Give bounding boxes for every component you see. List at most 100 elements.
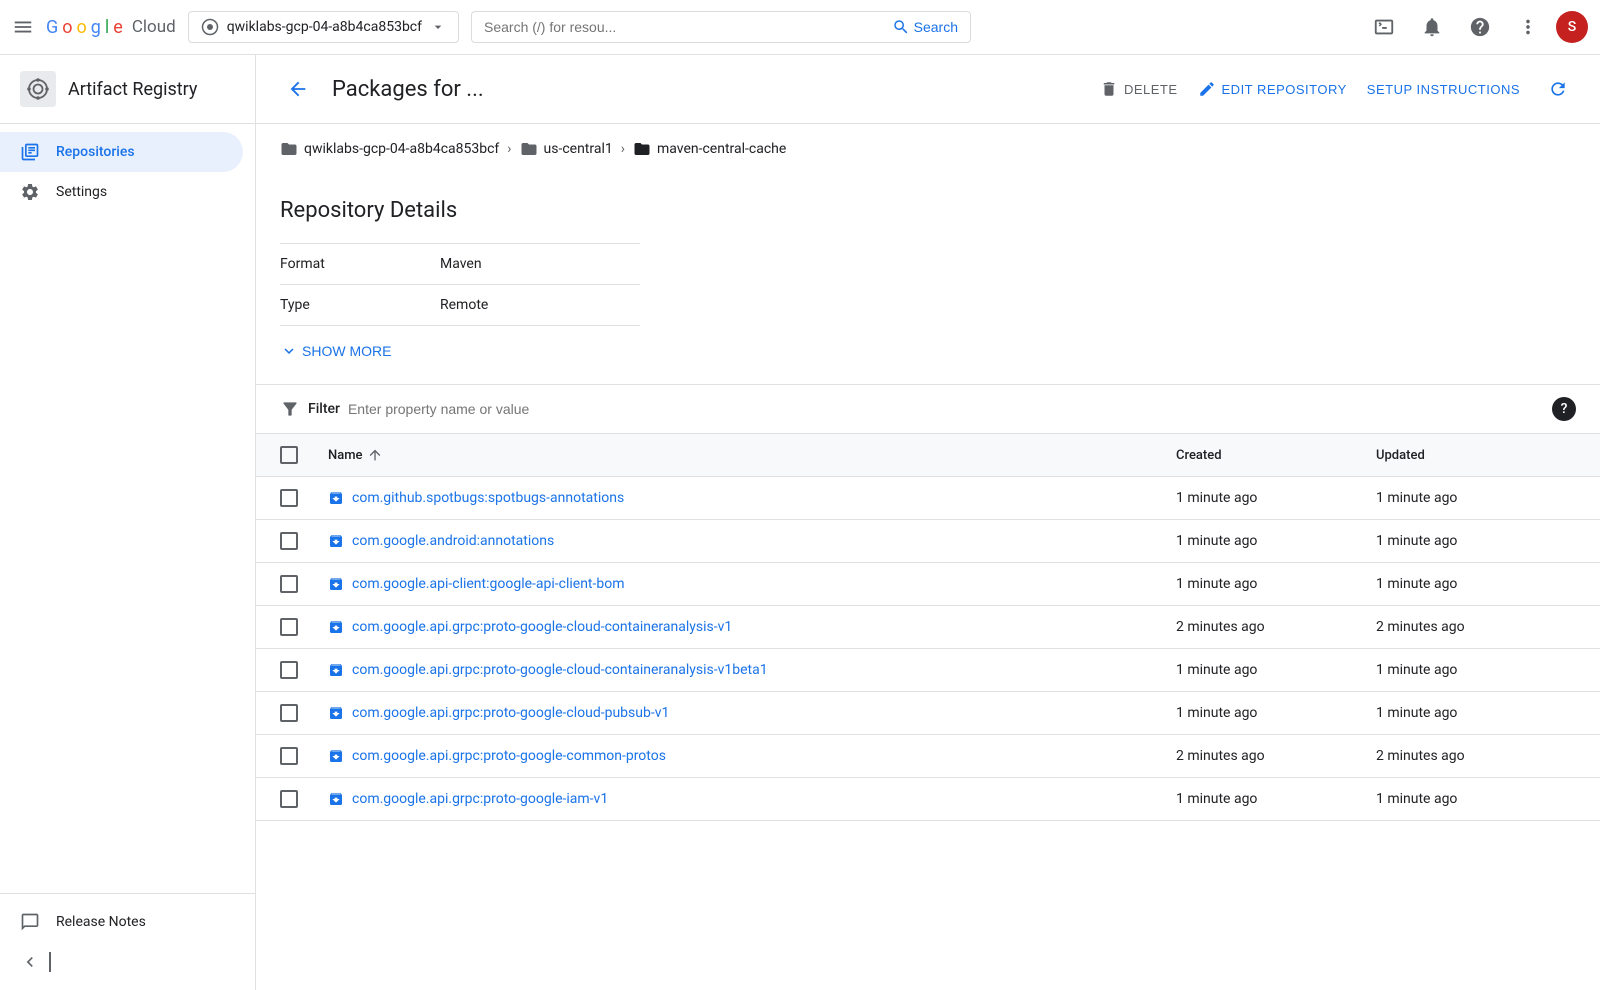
select-all-checkbox[interactable] bbox=[280, 446, 298, 464]
edit-repository-button[interactable]: EDIT REPOSITORY bbox=[1198, 80, 1347, 98]
collapse-sidebar-button[interactable] bbox=[0, 942, 255, 982]
terminal-icon[interactable] bbox=[1364, 7, 1404, 47]
package-icon-6 bbox=[328, 748, 344, 764]
main-content: Packages for ... DELETE EDIT REPOSITORY … bbox=[256, 55, 1600, 990]
row-name-cell-3: com.google.api.grpc:proto-google-cloud-c… bbox=[328, 619, 1176, 635]
package-link-7[interactable]: com.google.api.grpc:proto-google-iam-v1 bbox=[328, 791, 1176, 807]
sidebar-item-label-release-notes: Release Notes bbox=[56, 914, 146, 930]
detail-row-type: Type Remote bbox=[280, 285, 640, 326]
package-link-4[interactable]: com.google.api.grpc:proto-google-cloud-c… bbox=[328, 662, 1176, 678]
package-link-3[interactable]: com.google.api.grpc:proto-google-cloud-c… bbox=[328, 619, 1176, 635]
setup-instructions-button[interactable]: SETUP INSTRUCTIONS bbox=[1367, 82, 1520, 97]
row-checkbox-cell-1 bbox=[280, 532, 328, 550]
details-table: Format Maven Type Remote bbox=[280, 243, 640, 326]
breadcrumb: qwiklabs-gcp-04-a8b4ca853bcf › us-centra… bbox=[256, 124, 1600, 174]
row-checkbox-4[interactable] bbox=[280, 661, 298, 679]
delete-button[interactable]: DELETE bbox=[1100, 80, 1178, 98]
search-input[interactable] bbox=[484, 19, 884, 35]
breadcrumb-project[interactable]: qwiklabs-gcp-04-a8b4ca853bcf bbox=[280, 140, 499, 158]
row-checkbox-3[interactable] bbox=[280, 618, 298, 636]
app-layout: Artifact Registry Repositories Settings bbox=[0, 55, 1600, 990]
row-updated-5: 1 minute ago bbox=[1376, 705, 1576, 721]
package-link-5[interactable]: com.google.api.grpc:proto-google-cloud-p… bbox=[328, 705, 1176, 721]
project-name: qwiklabs-gcp-04-a8b4ca853bcf bbox=[227, 19, 422, 35]
google-logo: Google Cloud bbox=[46, 17, 176, 38]
breadcrumb-location-label: us-central1 bbox=[544, 141, 613, 157]
row-checkbox-6[interactable] bbox=[280, 747, 298, 765]
hamburger-menu-icon[interactable] bbox=[12, 16, 34, 38]
detail-row-format: Format Maven bbox=[280, 244, 640, 285]
navbar: Google Cloud qwiklabs-gcp-04-a8b4ca853bc… bbox=[0, 0, 1600, 55]
row-created-6: 2 minutes ago bbox=[1176, 748, 1376, 764]
th-updated: Updated bbox=[1376, 446, 1576, 464]
row-checkbox-cell-2 bbox=[280, 575, 328, 593]
row-updated-0: 1 minute ago bbox=[1376, 490, 1576, 506]
search-button[interactable]: Search bbox=[892, 18, 958, 36]
filter-help-icon[interactable]: ? bbox=[1552, 397, 1576, 421]
more-options-icon[interactable] bbox=[1508, 7, 1548, 47]
breadcrumb-repo-label: maven-central-cache bbox=[657, 141, 786, 157]
type-label: Type bbox=[280, 297, 440, 313]
row-updated-2: 1 minute ago bbox=[1376, 576, 1576, 592]
sidebar-logo-icon bbox=[20, 71, 56, 107]
search-bar: Search bbox=[471, 11, 971, 43]
th-name[interactable]: Name bbox=[328, 446, 1176, 464]
sidebar-item-label-settings: Settings bbox=[56, 184, 107, 200]
table-row: com.google.api-client:google-api-client-… bbox=[256, 563, 1600, 606]
breadcrumb-location[interactable]: us-central1 bbox=[520, 140, 613, 158]
back-button[interactable] bbox=[280, 71, 316, 107]
row-checkbox-7[interactable] bbox=[280, 790, 298, 808]
repo-details-title: Repository Details bbox=[280, 198, 1576, 223]
notifications-icon[interactable] bbox=[1412, 7, 1452, 47]
row-created-2: 1 minute ago bbox=[1176, 576, 1376, 592]
row-name-cell-1: com.google.android:annotations bbox=[328, 533, 1176, 549]
table-row: com.google.api.grpc:proto-google-common-… bbox=[256, 735, 1600, 778]
row-name-cell-6: com.google.api.grpc:proto-google-common-… bbox=[328, 748, 1176, 764]
filter-input[interactable] bbox=[348, 401, 1544, 417]
row-created-1: 1 minute ago bbox=[1176, 533, 1376, 549]
row-checkbox-0[interactable] bbox=[280, 489, 298, 507]
row-checkbox-1[interactable] bbox=[280, 532, 298, 550]
table-row: com.google.android:annotations 1 minute … bbox=[256, 520, 1600, 563]
refresh-button[interactable] bbox=[1540, 71, 1576, 107]
package-icon-3 bbox=[328, 619, 344, 635]
sidebar-item-release-notes[interactable]: Release Notes bbox=[0, 902, 243, 942]
row-name-cell-2: com.google.api-client:google-api-client-… bbox=[328, 576, 1176, 592]
delete-label: DELETE bbox=[1124, 82, 1178, 97]
show-more-label: SHOW MORE bbox=[302, 343, 391, 359]
sort-icon bbox=[367, 447, 383, 463]
breadcrumb-project-label: qwiklabs-gcp-04-a8b4ca853bcf bbox=[304, 141, 499, 157]
package-link-0[interactable]: com.github.spotbugs:spotbugs-annotations bbox=[328, 490, 1176, 506]
row-created-7: 1 minute ago bbox=[1176, 791, 1376, 807]
row-updated-6: 2 minutes ago bbox=[1376, 748, 1576, 764]
help-icon[interactable] bbox=[1460, 7, 1500, 47]
sidebar-item-settings[interactable]: Settings bbox=[0, 172, 243, 212]
repositories-icon bbox=[20, 142, 40, 162]
sidebar: Artifact Registry Repositories Settings bbox=[0, 55, 256, 990]
show-more-button[interactable]: SHOW MORE bbox=[280, 342, 391, 360]
page-title: Packages for ... bbox=[332, 77, 1084, 102]
row-checkbox-5[interactable] bbox=[280, 704, 298, 722]
sidebar-bottom: Release Notes bbox=[0, 893, 255, 990]
row-name-cell-5: com.google.api.grpc:proto-google-cloud-p… bbox=[328, 705, 1176, 721]
sidebar-item-label-repositories: Repositories bbox=[56, 144, 135, 160]
format-label: Format bbox=[280, 256, 440, 272]
sidebar-title: Artifact Registry bbox=[68, 79, 197, 100]
row-checkbox-2[interactable] bbox=[280, 575, 298, 593]
project-selector[interactable]: qwiklabs-gcp-04-a8b4ca853bcf bbox=[188, 11, 459, 43]
package-link-6[interactable]: com.google.api.grpc:proto-google-common-… bbox=[328, 748, 1176, 764]
breadcrumb-repo[interactable]: maven-central-cache bbox=[633, 140, 786, 158]
filter-label: Filter bbox=[308, 401, 340, 417]
package-link-2[interactable]: com.google.api-client:google-api-client-… bbox=[328, 576, 1176, 592]
row-checkbox-cell-5 bbox=[280, 704, 328, 722]
sidebar-item-repositories[interactable]: Repositories bbox=[0, 132, 243, 172]
row-name-cell-4: com.google.api.grpc:proto-google-cloud-c… bbox=[328, 662, 1176, 678]
row-created-5: 1 minute ago bbox=[1176, 705, 1376, 721]
page-header: Packages for ... DELETE EDIT REPOSITORY … bbox=[256, 55, 1600, 124]
sidebar-header: Artifact Registry bbox=[0, 55, 255, 124]
breadcrumb-sep-1: › bbox=[507, 141, 511, 157]
row-updated-1: 1 minute ago bbox=[1376, 533, 1576, 549]
user-avatar[interactable]: S bbox=[1556, 11, 1588, 43]
table-row: com.google.api.grpc:proto-google-iam-v1 … bbox=[256, 778, 1600, 821]
package-link-1[interactable]: com.google.android:annotations bbox=[328, 533, 1176, 549]
